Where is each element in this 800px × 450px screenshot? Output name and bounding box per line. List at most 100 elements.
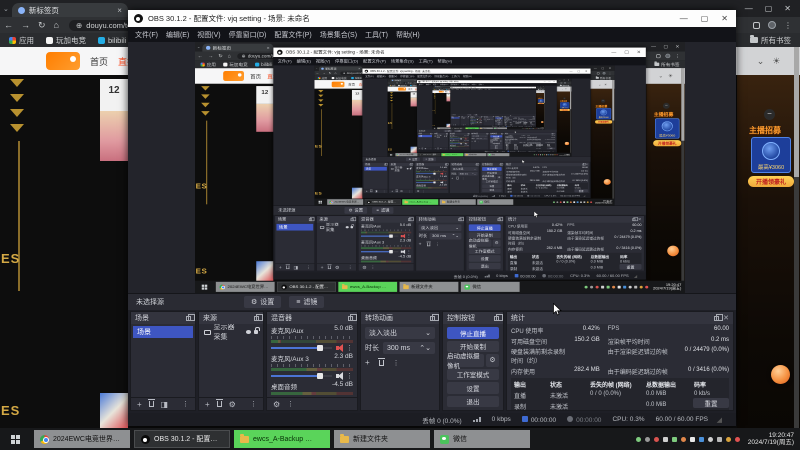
- obs-preview[interactable]: ⌄ 新标签页 × — ▢ ✕ ← → ↻ ⌂ ⊕ douyu.com/topic…: [128, 42, 736, 293]
- speaker-icon[interactable]: [464, 142, 467, 145]
- taskbar-app-chrome[interactable]: 2024EWC电竞世界…: [327, 199, 364, 205]
- add-transition-button[interactable]: +: [451, 177, 453, 180]
- spinner-icons[interactable]: ⌃⌄: [484, 138, 487, 139]
- browser-menu-icon[interactable]: ⋮: [609, 72, 612, 75]
- page-thumbnail[interactable]: [100, 111, 128, 161]
- settings-button[interactable]: 设置: [447, 382, 499, 394]
- virtual-camera-button[interactable]: 启动虚拟摄像机: [468, 239, 492, 249]
- taskbar-app-backup-folder[interactable]: ewcs_A-Backup …: [465, 127, 479, 130]
- obs-preview[interactable]: [450, 89, 536, 115]
- remove-transition-button[interactable]: [474, 140, 476, 142]
- scene-item[interactable]: 场景: [451, 117, 460, 119]
- tray-icon[interactable]: [576, 201, 579, 203]
- popout-icon[interactable]: [632, 216, 638, 221]
- volume-slider[interactable]: [271, 372, 332, 379]
- exit-button[interactable]: 退出: [468, 262, 501, 270]
- taskbar-app-wechat[interactable]: 微信: [477, 199, 514, 205]
- browser-maximize-icon[interactable]: ▢: [765, 4, 773, 13]
- resize-grip-icon[interactable]: ◢: [717, 416, 722, 424]
- browser-minimize-icon[interactable]: —: [594, 67, 597, 70]
- source-more-icon[interactable]: ⋮: [348, 265, 352, 270]
- bookmark-wanplus[interactable]: 玩加电竞: [223, 61, 248, 67]
- taskbar-app-backup-folder[interactable]: ewcs_A-Backup …: [441, 153, 464, 157]
- visibility-eye-icon[interactable]: [245, 330, 252, 334]
- obs-minimize-icon[interactable]: —: [680, 14, 688, 23]
- stats-reset-button[interactable]: 重置: [546, 147, 556, 150]
- site-info-icon[interactable]: ⊕: [242, 53, 246, 58]
- menu-view[interactable]: 视图(V): [314, 58, 332, 64]
- taskbar-app-obs[interactable]: OBS 30.1.2 - 配置…: [364, 199, 401, 205]
- tray-icon[interactable]: [550, 154, 552, 156]
- tray-icon[interactable]: [634, 285, 638, 289]
- bookmark-bilibili[interactable]: bilibili: [255, 62, 272, 67]
- tray-icon[interactable]: [617, 285, 621, 289]
- back-icon[interactable]: ←: [4, 20, 13, 30]
- tray-icon[interactable]: [544, 154, 546, 156]
- studio-mode-button[interactable]: 工作室模式: [482, 180, 502, 184]
- tray-icon[interactable]: [559, 201, 562, 203]
- browser-close-icon[interactable]: ✕: [675, 44, 679, 49]
- promo-minimize-icon[interactable]: −: [764, 109, 775, 120]
- add-source-button[interactable]: +: [391, 190, 393, 193]
- source-properties-icon[interactable]: ⚙: [229, 400, 236, 409]
- all-bookmarks-button[interactable]: 所有书签: [750, 35, 791, 46]
- add-scene-button[interactable]: +: [137, 400, 142, 409]
- brightness-icon[interactable]: ☀: [565, 88, 567, 90]
- volume-slider[interactable]: [360, 249, 399, 254]
- close-icon[interactable]: ✕: [586, 163, 588, 165]
- tab-close-icon[interactable]: ×: [117, 6, 122, 15]
- taskbar-app-new-folder[interactable]: 新建文件夹: [334, 430, 430, 448]
- source-filters-button[interactable]: ≡滤镜: [289, 296, 325, 308]
- browser-minimize-icon[interactable]: —: [651, 44, 656, 49]
- browser-minimize-icon[interactable]: —: [559, 79, 561, 81]
- obs-maximize-icon[interactable]: ▢: [624, 50, 629, 55]
- scrollbar-thumb[interactable]: [681, 68, 685, 141]
- tray-icon[interactable]: [662, 436, 668, 442]
- remove-source-button[interactable]: [395, 189, 398, 193]
- tray-icon[interactable]: [644, 436, 650, 442]
- promo-badge[interactable]: 最高¥3060: [751, 137, 791, 173]
- remove-scene-button[interactable]: [369, 189, 373, 193]
- promo-badge[interactable]: 最高¥3060: [560, 102, 570, 109]
- source-item[interactable]: 显示器采集: [318, 223, 355, 232]
- nav-home[interactable]: 首页: [348, 82, 355, 86]
- menu-view[interactable]: 视图(V): [387, 75, 398, 78]
- channel-more-icon[interactable]: ⋮: [346, 372, 353, 380]
- floating-reward-icon[interactable]: [667, 245, 679, 257]
- add-source-button[interactable]: +: [321, 265, 324, 270]
- popout-icon[interactable]: [494, 313, 503, 321]
- obs-preview[interactable]: ⌄ 新标签页 × — ▢ ✕ ← → ↻ ⌂ ⊕ douyu.com/topic…: [273, 65, 646, 206]
- virtual-camera-button[interactable]: 启动虚拟摄像机: [482, 175, 497, 181]
- page-scrollbar[interactable]: [794, 47, 799, 432]
- channel-more-icon[interactable]: ⋮: [346, 344, 353, 352]
- scene-more-icon[interactable]: ⋮: [429, 148, 431, 149]
- profile-avatar[interactable]: [602, 71, 606, 75]
- taskbar-app-obs[interactable]: OBS 30.1.2 - 配置…: [277, 281, 336, 292]
- add-transition-button[interactable]: +: [484, 120, 485, 121]
- browser-close-icon[interactable]: ✕: [568, 79, 570, 81]
- collapse-icon[interactable]: ⌄: [658, 73, 663, 79]
- mute-speaker-icon[interactable]: [464, 138, 467, 140]
- menu-profile[interactable]: 配置文件(P): [271, 30, 314, 40]
- nav-home[interactable]: 首页: [250, 72, 261, 80]
- tray-icon[interactable]: [552, 154, 554, 156]
- tray-icon[interactable]: [583, 201, 586, 203]
- reload-icon[interactable]: ↻: [218, 53, 223, 59]
- collapse-icon[interactable]: ⌄: [598, 83, 601, 86]
- browser-menu-icon[interactable]: ⋮: [675, 53, 680, 58]
- scrollbar-thumb[interactable]: [570, 86, 572, 110]
- add-transition-button[interactable]: +: [365, 358, 370, 367]
- settings-button[interactable]: 设置: [482, 184, 502, 188]
- remove-transition-button[interactable]: [456, 176, 459, 180]
- menu-help[interactable]: 帮助(H): [393, 30, 423, 40]
- tray-icon[interactable]: [600, 285, 604, 289]
- scene-item[interactable]: 场景: [276, 223, 314, 231]
- lock-icon[interactable]: [446, 135, 448, 137]
- menu-scene-collection[interactable]: 场景集合(S): [433, 75, 449, 78]
- menu-file[interactable]: 文件(F): [132, 30, 161, 40]
- menu-tools[interactable]: 工具(T): [362, 30, 391, 40]
- tray-icon[interactable]: [563, 201, 565, 203]
- scene-item[interactable]: 场景: [364, 166, 387, 171]
- menu-edit[interactable]: 编辑(E): [376, 75, 387, 78]
- promo-badge[interactable]: 最高¥3060: [654, 118, 680, 139]
